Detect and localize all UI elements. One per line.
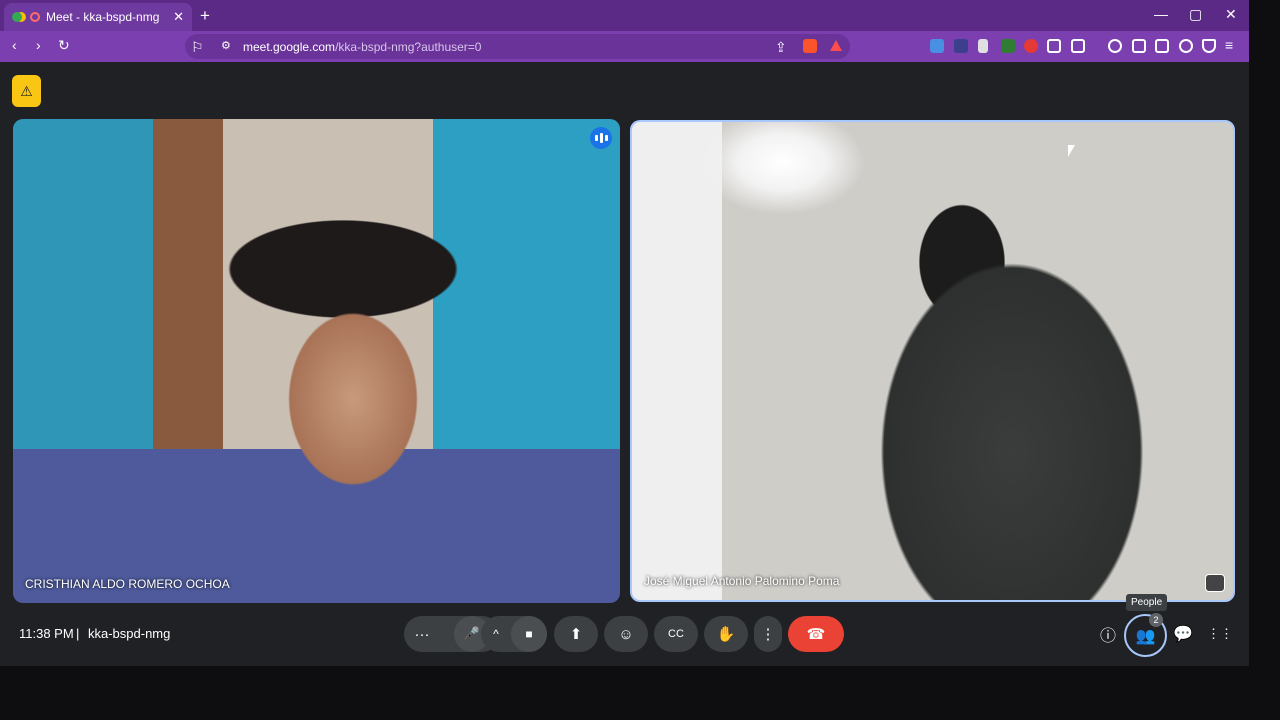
brave-shield-icon[interactable]: [803, 39, 817, 53]
captions-button[interactable]: CC: [654, 616, 698, 652]
more-options-button[interactable]: ⋮: [754, 616, 782, 652]
url-host: meet.google.com: [243, 40, 336, 54]
apps-grid-icon: ⋮⋮: [1207, 626, 1233, 641]
extension-icon[interactable]: [978, 39, 988, 53]
hang-up-icon: ☎: [806, 626, 826, 643]
reload-button[interactable]: ↻: [58, 37, 70, 54]
present-button[interactable]: ⬆: [554, 616, 598, 652]
chat-icon: 💬: [1173, 626, 1193, 643]
separator: |: [76, 626, 80, 641]
sidebar-icon[interactable]: [1132, 39, 1146, 53]
extensions-puzzle-icon[interactable]: [1047, 39, 1061, 53]
maximize-button[interactable]: ▢: [1189, 6, 1202, 23]
speaking-indicator-icon: [590, 127, 612, 149]
browser-window: Meet - kka-bspd-nmg ✕ + — ▢ ✕ ‹ › ↻ ⚐ ⚙ …: [0, 0, 1249, 666]
people-count-badge: 2: [1149, 613, 1163, 627]
tab-bar: Meet - kka-bspd-nmg ✕ + — ▢ ✕: [0, 0, 1249, 31]
leo-icon[interactable]: [1179, 39, 1193, 53]
mouse-cursor-icon: [1068, 145, 1075, 157]
tab-meet[interactable]: Meet - kka-bspd-nmg ✕: [4, 3, 192, 31]
camera-off-badge-icon[interactable]: ⚠: [12, 75, 41, 107]
chat-button[interactable]: 💬: [1171, 622, 1195, 646]
participant-name: CRISTHIAN ALDO ROMERO OCHOA: [25, 577, 230, 591]
browser-toolbar: ‹ › ↻ ⚐ ⚙ meet.google.com/kka-bspd-nmg?a…: [0, 31, 1249, 62]
more-vert-icon: ⋮: [760, 626, 776, 643]
extension-icon[interactable]: [954, 39, 968, 53]
pin-icon[interactable]: [1205, 574, 1225, 592]
url-path: /kka-bspd-nmg?authuser=0: [335, 40, 482, 54]
extension-icon[interactable]: [1001, 39, 1015, 53]
minimize-button[interactable]: —: [1154, 6, 1168, 22]
present-screen-icon: ⬆: [569, 626, 583, 643]
new-tab-button[interactable]: +: [200, 6, 210, 26]
screen: Meet - kka-bspd-nmg ✕ + — ▢ ✕ ‹ › ↻ ⚐ ⚙ …: [0, 0, 1280, 720]
brave-rewards-icon[interactable]: [830, 40, 842, 51]
leave-call-button[interactable]: ☎: [788, 616, 844, 652]
menu-icon[interactable]: ≡: [1225, 37, 1233, 53]
audio-options-button[interactable]: ···: [404, 626, 440, 643]
wallet-icon[interactable]: [1155, 39, 1169, 53]
translate-extension-icon[interactable]: [930, 39, 944, 53]
url-text: meet.google.com/kka-bspd-nmg?authuser=0: [243, 40, 481, 54]
meeting-details-button[interactable]: ⓘ: [1096, 622, 1120, 646]
meet-favicon-icon: [12, 12, 22, 22]
people-icon: 👥: [1135, 627, 1156, 645]
address-bar[interactable]: ⚐ ⚙ meet.google.com/kka-bspd-nmg?authuse…: [185, 34, 850, 59]
vpn-icon[interactable]: [1202, 39, 1216, 53]
media-icon[interactable]: [1108, 39, 1122, 53]
video-group: ^ ■: [481, 616, 547, 652]
microphone-icon: 🎤: [463, 626, 481, 641]
bookmark-icon[interactable]: ⚐: [191, 39, 204, 56]
participant-tile[interactable]: José Miguel Antonio Palomino Poma: [630, 120, 1235, 602]
meeting-code: kka-bspd-nmg: [88, 626, 171, 641]
share-icon[interactable]: ⇪: [775, 39, 787, 56]
screenshot-icon[interactable]: [1071, 39, 1085, 53]
extension-icon[interactable]: [1024, 39, 1038, 53]
tab-close-icon[interactable]: ✕: [173, 9, 184, 25]
site-settings-icon[interactable]: ⚙: [221, 39, 231, 52]
meet-content: ⚠ CRISTHIAN ALDO ROMERO OCHOA José Migue…: [0, 62, 1249, 666]
tab-title: Meet - kka-bspd-nmg: [46, 10, 160, 24]
video-options-button[interactable]: ^: [481, 627, 511, 641]
activities-button[interactable]: ⋮⋮: [1207, 622, 1233, 646]
hand-icon: ✋: [716, 626, 736, 643]
close-window-button[interactable]: ✕: [1225, 6, 1237, 23]
captions-icon: CC: [668, 628, 684, 640]
raise-hand-button[interactable]: ✋: [704, 616, 748, 652]
camera-icon: ■: [525, 627, 533, 641]
info-icon: ⓘ: [1099, 628, 1116, 645]
meeting-time: 11:38 PM: [19, 626, 74, 641]
recording-icon: [30, 12, 40, 22]
emoji-icon: ☺: [618, 625, 634, 643]
emoji-button[interactable]: ☺: [604, 616, 648, 652]
meeting-controls-bar: 11:38 PM | kka-bspd-nmg ··· 🎤 ^ ■ ⬆ ☺ CC…: [0, 604, 1249, 666]
back-button[interactable]: ‹: [12, 37, 17, 53]
forward-button[interactable]: ›: [36, 37, 41, 53]
participant-tile[interactable]: CRISTHIAN ALDO ROMERO OCHOA: [13, 119, 620, 603]
participant-name: José Miguel Antonio Palomino Poma: [644, 574, 840, 588]
people-tooltip: People: [1126, 594, 1168, 611]
camera-button[interactable]: ■: [511, 616, 547, 652]
